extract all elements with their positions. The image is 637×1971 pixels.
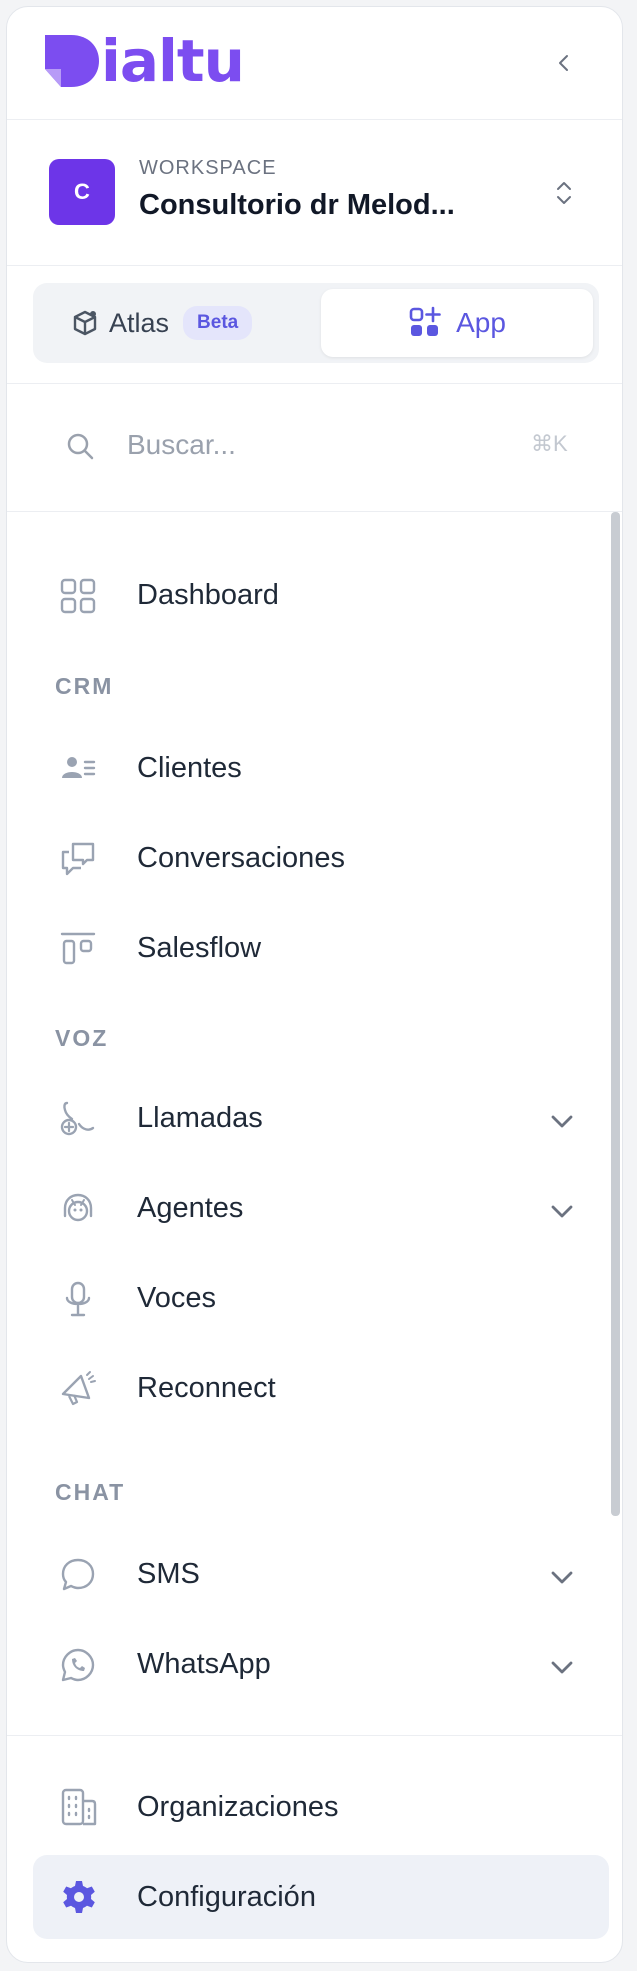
sidebar-item-voces[interactable]: Voces bbox=[27, 1262, 597, 1334]
mode-app-tab[interactable]: App bbox=[321, 289, 593, 357]
chevron-down-icon[interactable] bbox=[547, 1652, 577, 1682]
contacts-icon bbox=[62, 757, 96, 778]
chevron-down-icon[interactable] bbox=[547, 1196, 577, 1226]
whatsapp-icon bbox=[61, 1648, 95, 1682]
beta-badge: Beta bbox=[183, 306, 253, 340]
sidebar-item-agentes[interactable]: Agentes bbox=[27, 1172, 597, 1244]
gear-icon bbox=[63, 1881, 95, 1913]
sidebar-item-label: Llamadas bbox=[137, 1102, 263, 1134]
chevron-down-icon[interactable] bbox=[547, 1562, 577, 1592]
search-shortcut: ⌘K bbox=[531, 431, 568, 456]
section-voz: VOZ bbox=[55, 1025, 109, 1051]
sidebar: ialtu C WORKSPACE Consultorio dr Melod..… bbox=[6, 6, 623, 1963]
section-crm: CRM bbox=[55, 673, 114, 699]
brand-name: ialtu bbox=[101, 27, 245, 95]
sidebar-item-clientes[interactable]: Clientes bbox=[27, 732, 597, 804]
collapse-sidebar-icon[interactable] bbox=[552, 51, 576, 75]
sidebar-item-salesflow[interactable]: Salesflow bbox=[27, 912, 597, 984]
kanban-icon bbox=[60, 932, 96, 965]
sidebar-item-sms[interactable]: SMS bbox=[27, 1538, 597, 1610]
dashboard-grid-icon bbox=[60, 578, 96, 614]
sidebar-item-label: Agentes bbox=[137, 1192, 244, 1224]
scrollbar-thumb[interactable] bbox=[611, 512, 620, 1516]
workspace-avatar: C bbox=[49, 159, 115, 225]
sidebar-item-label: Voces bbox=[137, 1282, 216, 1314]
search-input[interactable]: Buscar... ⌘K bbox=[7, 385, 622, 511]
phone-call-icon bbox=[60, 1101, 95, 1136]
sidebar-item-label: Dashboard bbox=[137, 579, 279, 611]
sidebar-item-organizaciones[interactable]: Organizaciones bbox=[33, 1765, 609, 1849]
mode-atlas-tab[interactable]: Atlas Beta bbox=[33, 283, 319, 363]
section-chat: CHAT bbox=[55, 1479, 126, 1505]
search-placeholder: Buscar... bbox=[127, 429, 236, 460]
sidebar-item-whatsapp[interactable]: WhatsApp bbox=[27, 1628, 597, 1700]
app-grid-plus-icon bbox=[409, 306, 441, 336]
sidebar-item-label: Salesflow bbox=[137, 932, 262, 964]
sidebar-item-label: SMS bbox=[137, 1558, 200, 1590]
sidebar-item-label: Organizaciones bbox=[137, 1791, 339, 1823]
conversations-icon bbox=[61, 842, 95, 876]
sidebar-item-label: Conversaciones bbox=[137, 842, 345, 874]
sidebar-item-reconnect[interactable]: Reconnect bbox=[27, 1352, 597, 1424]
sidebar-header: ialtu bbox=[7, 7, 622, 119]
workspace-name: Consultorio dr Melod... bbox=[139, 189, 455, 221]
microphone-icon bbox=[65, 1281, 91, 1317]
brand-logo[interactable]: ialtu bbox=[41, 27, 245, 95]
sidebar-item-dashboard[interactable]: Dashboard bbox=[27, 559, 597, 631]
workspace-selector[interactable]: C WORKSPACE Consultorio dr Melod... bbox=[7, 119, 622, 265]
chat-bubble-icon bbox=[61, 1558, 95, 1591]
divider bbox=[7, 265, 622, 266]
mode-app-label: App bbox=[456, 307, 506, 338]
agent-headset-icon bbox=[63, 1193, 93, 1222]
building-icon bbox=[61, 1788, 97, 1826]
divider bbox=[7, 1735, 622, 1736]
sidebar-nav: Dashboard CRM Clientes Conversaciones Sa… bbox=[7, 512, 622, 1738]
sidebar-item-label: Configuración bbox=[137, 1881, 316, 1913]
atlas-cube-icon bbox=[73, 310, 97, 336]
workspace-label: WORKSPACE bbox=[139, 157, 277, 179]
search-icon bbox=[67, 433, 94, 460]
sidebar-item-label: Reconnect bbox=[137, 1372, 276, 1404]
megaphone-icon bbox=[61, 1371, 96, 1406]
mode-switch: Atlas Beta App bbox=[33, 283, 599, 363]
chevron-up-down-icon bbox=[557, 182, 571, 204]
logo-mark-icon bbox=[45, 35, 99, 87]
window-edge bbox=[623, 0, 637, 1971]
sidebar-item-label: Clientes bbox=[137, 752, 242, 784]
mode-atlas-label: Atlas bbox=[109, 307, 170, 338]
sidebar-item-configuracion[interactable]: Configuración bbox=[33, 1855, 609, 1939]
sidebar-item-label: WhatsApp bbox=[137, 1648, 271, 1680]
sidebar-item-conversaciones[interactable]: Conversaciones bbox=[27, 822, 597, 894]
sidebar-item-llamadas[interactable]: Llamadas bbox=[27, 1082, 597, 1154]
chevron-down-icon[interactable] bbox=[547, 1106, 577, 1136]
divider bbox=[7, 383, 622, 384]
